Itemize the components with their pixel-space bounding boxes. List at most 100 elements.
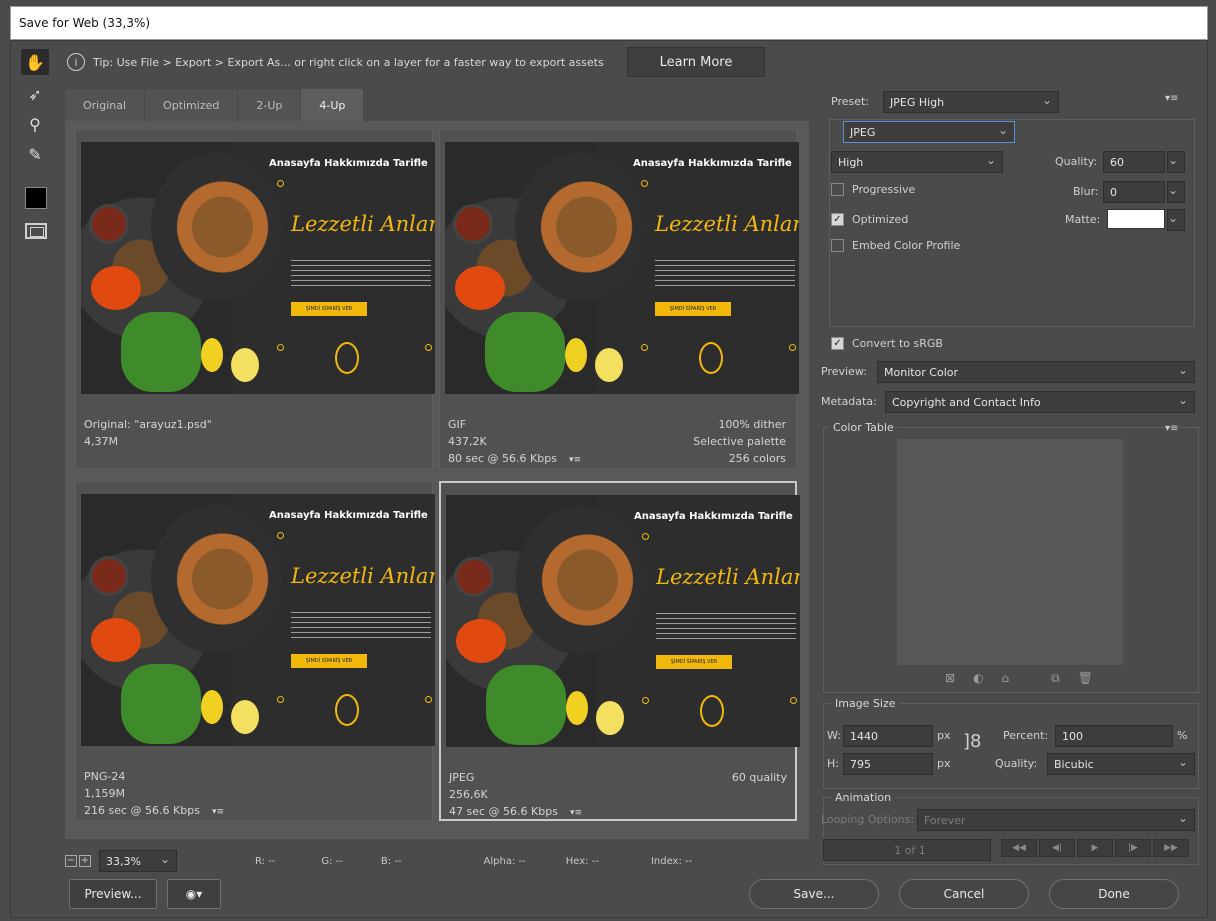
format-select[interactable]: JPEG [843, 121, 1015, 143]
percent-unit: % [1177, 729, 1188, 742]
play-icon[interactable]: ▶ [1077, 839, 1113, 857]
pane-format: Original: "arayuz1.psd" [84, 418, 212, 431]
artwork-nav: Anasayfa Hakkımızda Tarifle [634, 511, 793, 522]
color-table-title: Color Table [829, 421, 898, 434]
preview-pane-original[interactable]: Anasayfa Hakkımızda Tarifle Lezzetli Anl… [75, 129, 435, 469]
preview-pane-jpeg[interactable]: Anasayfa Hakkımızda Tarifle Lezzetli Anl… [439, 481, 800, 822]
frame-counter: 1 of 1 [823, 839, 991, 861]
pane-menu-icon[interactable]: ▾≡ [569, 452, 581, 469]
preview-button[interactable]: Preview... [69, 879, 157, 909]
last-frame-icon[interactable]: ▶▶ [1153, 839, 1189, 857]
link-chain-icon[interactable]: ]8 [963, 731, 981, 752]
browser-icon: ◉▾ [185, 887, 203, 901]
checkbox-box [831, 183, 844, 196]
embed-color-profile-checkbox[interactable]: Embed Color Profile [831, 239, 960, 252]
metadata-select[interactable]: Copyright and Contact Info [885, 391, 1195, 413]
pane-menu-icon[interactable]: ▾≡ [212, 804, 224, 821]
pane-dither: 100% dither [718, 418, 786, 431]
trash-icon[interactable]: 🗑 [1078, 671, 1093, 686]
quality-field[interactable]: 60 [1103, 151, 1165, 173]
tip-text: Tip: Use File > Export > Export As... or… [93, 55, 604, 69]
artwork-cta: ŞİMDİ SİPARİŞ VER [655, 302, 731, 316]
slice-select-icon[interactable]: ➶ [21, 81, 49, 107]
color-table-swatches[interactable] [897, 439, 1123, 665]
tab-2-up[interactable]: 2-Up [238, 89, 302, 121]
map-color-icon[interactable]: ⊠ [945, 671, 955, 686]
quality-level-select[interactable]: High [831, 151, 1003, 173]
pane-menu-icon[interactable]: ▾≡ [570, 805, 582, 822]
pane-info: PNG-24 1,159M 216 sec @ 56.6 Kbps ▾≡ [84, 768, 428, 821]
looping-options-label: Looping Options: [821, 813, 915, 826]
pane-size: 1,159M [84, 787, 125, 800]
done-button[interactable]: Done [1049, 879, 1179, 909]
progressive-checkbox[interactable]: Progressive [831, 183, 915, 196]
preset-select[interactable]: JPEG High [883, 91, 1059, 113]
next-frame-icon[interactable]: |▶ [1115, 839, 1151, 857]
pane-size: 256,6K [449, 788, 488, 801]
artwork-title: Lezzetli Anlar [656, 565, 800, 589]
status-bar: − + 33,3% R: -- G: -- B: -- Alpha: -- He… [65, 850, 809, 872]
zoom-in-button[interactable]: + [79, 855, 91, 867]
artwork-title: Lezzetli Anlar [291, 212, 435, 236]
optimized-checkbox[interactable]: ✓ Optimized [831, 213, 908, 226]
pane-palette: Selective palette [693, 435, 786, 448]
previous-frame-icon[interactable]: ◀| [1039, 839, 1075, 857]
cancel-button[interactable]: Cancel [899, 879, 1029, 909]
preview-image: Anasayfa Hakkımızda Tarifle Lezzetli Anl… [445, 142, 799, 394]
save-button[interactable]: Save... [749, 879, 879, 909]
tab-original[interactable]: Original [65, 89, 146, 121]
status-hex: Hex: -- [565, 855, 599, 867]
toggle-slices-visibility-icon[interactable] [25, 223, 47, 239]
zoom-out-button[interactable]: − [65, 855, 77, 867]
height-field[interactable]: 795 [843, 753, 933, 775]
web-shift-icon[interactable]: ◐ [973, 671, 983, 686]
check-icon: ✓ [831, 213, 844, 226]
matte-color-swatch[interactable] [1107, 209, 1165, 229]
zoom-select[interactable]: 33,3% [99, 850, 177, 872]
eyedropper-color-swatch[interactable] [25, 187, 47, 209]
eyedropper-icon[interactable]: ✎ [21, 141, 49, 167]
check-icon: ✓ [831, 337, 844, 350]
checkbox-box [831, 239, 844, 252]
quality-label: Quality: [1055, 155, 1098, 168]
artwork-cta: ŞİMDİ SİPARİŞ VER [291, 302, 367, 316]
color-table-menu-icon[interactable]: ▾≡ [1165, 423, 1178, 434]
tip-bar: i Tip: Use File > Export > Export As... … [61, 47, 813, 77]
zoom-icon[interactable]: ⚲ [21, 111, 49, 137]
resample-quality-label: Quality: [995, 757, 1038, 770]
preview-area: Anasayfa Hakkımızda Tarifle Lezzetli Anl… [65, 121, 809, 839]
width-label: W: [827, 729, 841, 742]
window-titlebar: Save for Web (33,3%) [10, 6, 1208, 40]
resample-quality-select[interactable]: Bicubic [1047, 753, 1195, 775]
blur-slider-button[interactable] [1167, 181, 1185, 203]
preview-browser-button[interactable]: ◉▾ [167, 879, 221, 909]
looping-options-select[interactable]: Forever [917, 809, 1195, 831]
window-title: Save for Web (33,3%) [19, 16, 151, 30]
preview-color-select[interactable]: Monitor Color [877, 361, 1195, 383]
pane-info: JPEG 256,6K 47 sec @ 56.6 Kbps ▾≡ 60 qual… [449, 769, 793, 822]
width-unit: px [937, 729, 951, 742]
hand-icon[interactable]: ✋ [21, 49, 49, 75]
artwork-cta: ŞİMDİ SİPARİŞ VER [291, 654, 367, 668]
first-frame-icon[interactable]: ◀◀ [1001, 839, 1037, 857]
preset-menu-icon[interactable]: ▾≡ [1165, 93, 1178, 104]
quality-slider-button[interactable] [1167, 151, 1185, 173]
status-b: B: -- [380, 855, 402, 867]
width-field[interactable]: 1440 [843, 725, 933, 747]
learn-more-button[interactable]: Learn More [627, 47, 765, 77]
pane-info: GIF 437,2K 80 sec @ 56.6 Kbps ▾≡ 100% dit… [448, 416, 792, 469]
matte-select-button[interactable] [1167, 209, 1185, 231]
preview-label: Preview: [821, 365, 867, 378]
preview-pane-png24[interactable]: Anasayfa Hakkımızda Tarifle Lezzetli Anl… [75, 481, 435, 821]
percent-field[interactable]: 100 [1055, 725, 1173, 747]
lock-color-icon[interactable]: ⌂ [1002, 671, 1010, 686]
convert-srgb-checkbox[interactable]: ✓ Convert to sRGB [831, 337, 943, 350]
preview-pane-gif[interactable]: Anasayfa Hakkımızda Tarifle Lezzetli Anl… [439, 129, 799, 469]
tab-4-up[interactable]: 4-Up [301, 89, 365, 121]
blur-field[interactable]: 0 [1103, 181, 1165, 203]
tab-optimized[interactable]: Optimized [145, 89, 239, 121]
animation-controls: ◀◀ ◀| ▶ |▶ ▶▶ [1001, 839, 1189, 857]
preset-label: Preset: [831, 95, 870, 108]
status-r: R: -- [255, 855, 276, 867]
new-color-icon[interactable]: ⧉ [1051, 671, 1060, 686]
